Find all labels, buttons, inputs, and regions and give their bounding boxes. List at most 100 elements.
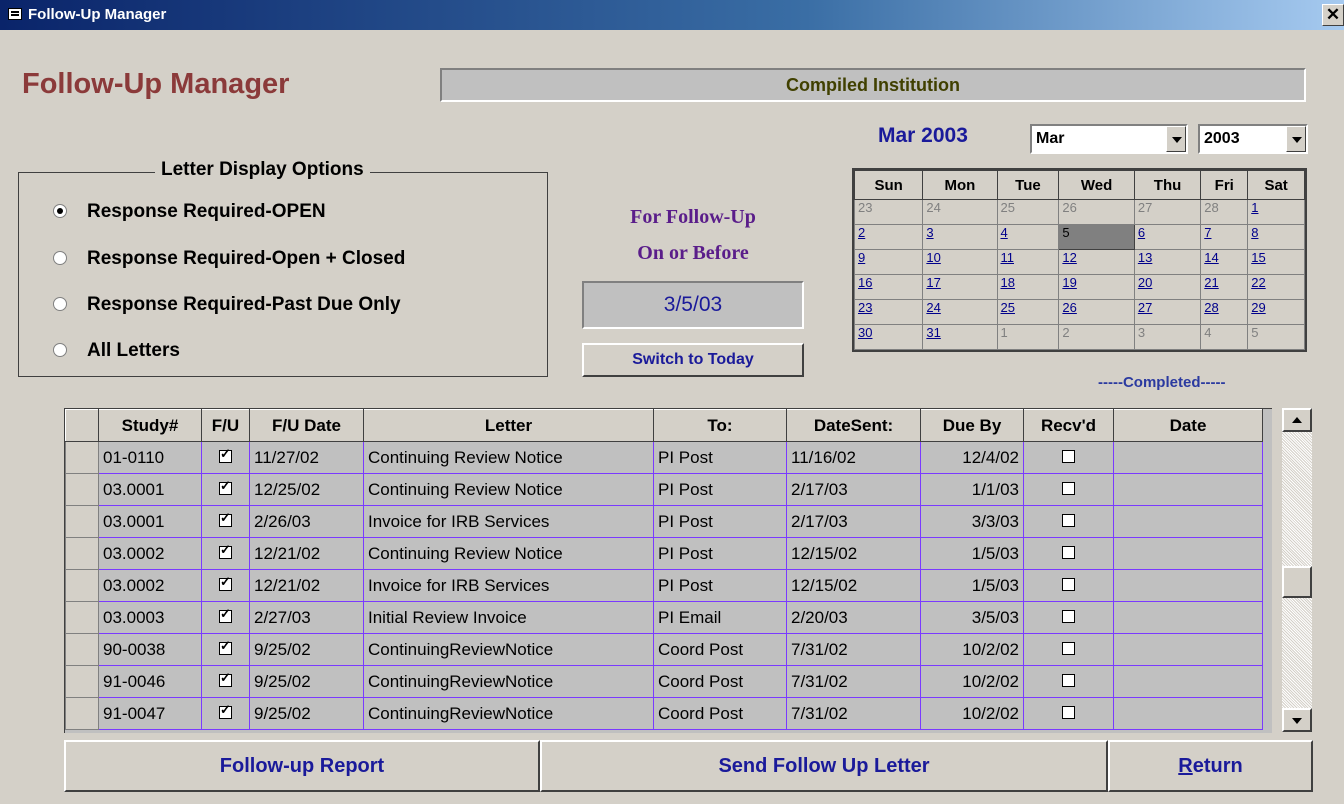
cell-letter[interactable]: Invoice for IRB Services [363,505,654,538]
calendar-day[interactable]: 6 [1133,224,1202,250]
calendar-day[interactable]: 28 [1200,199,1249,225]
cell-due-by[interactable]: 12/4/02 [920,441,1024,474]
calendar-day[interactable]: 4 [1200,324,1249,350]
row-selector[interactable] [65,473,99,506]
calendar-day[interactable]: 19 [1058,274,1135,300]
calendar-day[interactable]: 21 [1200,274,1249,300]
cell-due-by[interactable]: 3/5/03 [920,601,1024,634]
cell-study[interactable]: 03.0003 [98,601,202,634]
calendar-day[interactable]: 27 [1133,299,1202,325]
cell-completed-date[interactable] [1113,633,1263,666]
cell-due-by[interactable]: 3/3/03 [920,505,1024,538]
cell-to[interactable]: PI Post [653,537,787,570]
cell-due-by[interactable]: 1/1/03 [920,473,1024,506]
cell-to[interactable]: PI Post [653,505,787,538]
radio-button[interactable] [53,204,67,218]
calendar-day[interactable]: 13 [1133,249,1202,275]
cell-study[interactable]: 90-0038 [98,633,202,666]
checkbox[interactable] [219,478,232,495]
table-row[interactable]: 03.0001 2/26/03Invoice for IRB ServicesPI… [65,505,1263,538]
chevron-down-icon[interactable] [1286,126,1306,152]
cell-to[interactable]: Coord Post [653,697,787,730]
checkbox[interactable] [219,670,232,687]
month-select[interactable]: Mar [1030,124,1188,154]
calendar-day[interactable]: 25 [996,199,1060,225]
cell-completed-date[interactable] [1113,537,1263,570]
cell-date-sent[interactable]: 12/15/02 [786,569,921,602]
checkbox[interactable] [1062,513,1075,527]
row-selector[interactable] [65,633,99,666]
checkbox[interactable] [1062,481,1075,495]
radio-button[interactable] [53,251,67,265]
checkbox[interactable] [219,446,232,463]
checkbox[interactable] [219,542,232,559]
cell-date-sent[interactable]: 2/17/03 [786,505,921,538]
table-row[interactable]: 01-0110 11/27/02Continuing Review NoticeP… [65,441,1263,474]
cell-date-sent[interactable]: 7/31/02 [786,697,921,730]
calendar-day[interactable]: 4 [996,224,1060,250]
calendar-day[interactable]: 31 [922,324,998,350]
calendar-day[interactable]: 18 [996,274,1060,300]
checkbox[interactable] [219,574,232,591]
calendar-day[interactable]: 11 [996,249,1060,275]
switch-to-today-button[interactable]: Switch to Today [582,343,804,377]
row-selector[interactable] [65,537,99,570]
cell-to[interactable]: PI Post [653,473,787,506]
cell-fu-date[interactable]: 9/25/02 [249,697,364,730]
cell-date-sent[interactable]: 2/20/03 [786,601,921,634]
cell-fu-date[interactable]: 12/21/02 [249,537,364,570]
calendar-day[interactable]: 3 [922,224,998,250]
cell-study[interactable]: 01-0110 [98,441,202,474]
calendar-day[interactable]: 14 [1200,249,1249,275]
calendar-day[interactable]: 26 [1058,199,1135,225]
scroll-up-icon[interactable] [1282,408,1312,432]
close-icon[interactable]: ✕ [1322,4,1344,26]
scroll-down-icon[interactable] [1282,708,1312,732]
table-row[interactable]: 03.0003 2/27/03Initial Review InvoicePI E… [65,601,1263,634]
cell-due-by[interactable]: 1/5/03 [920,569,1024,602]
cell-letter[interactable]: Continuing Review Notice [363,441,654,474]
cell-to[interactable]: Coord Post [653,665,787,698]
cell-letter[interactable]: Invoice for IRB Services [363,569,654,602]
cell-to[interactable]: Coord Post [653,633,787,666]
checkbox[interactable] [1062,673,1075,687]
calendar-day[interactable]: 24 [922,199,998,225]
calendar-day[interactable]: 2 [1058,324,1135,350]
cell-due-by[interactable]: 1/5/03 [920,537,1024,570]
chevron-down-icon[interactable] [1166,126,1186,152]
cell-study[interactable]: 03.0001 [98,505,202,538]
calendar-day[interactable]: 20 [1133,274,1202,300]
cell-fu-date[interactable]: 11/27/02 [249,441,364,474]
cell-due-by[interactable]: 10/2/02 [920,665,1024,698]
calendar-day[interactable]: 1 [996,324,1060,350]
cell-study[interactable]: 03.0002 [98,569,202,602]
calendar-day[interactable]: 12 [1058,249,1135,275]
calendar-day[interactable]: 27 [1133,199,1202,225]
cell-letter[interactable]: Continuing Review Notice [363,537,654,570]
checkbox[interactable] [1062,545,1075,559]
checkbox[interactable] [1062,641,1075,655]
cell-completed-date[interactable] [1113,441,1263,474]
calendar-day[interactable]: 15 [1247,249,1305,275]
row-selector[interactable] [65,665,99,698]
scroll-thumb[interactable] [1282,566,1312,598]
cell-study[interactable]: 03.0002 [98,537,202,570]
checkbox[interactable] [219,510,232,527]
cell-completed-date[interactable] [1113,505,1263,538]
cell-fu-date[interactable]: 2/26/03 [249,505,364,538]
cell-date-sent[interactable]: 7/31/02 [786,633,921,666]
cell-due-by[interactable]: 10/2/02 [920,633,1024,666]
radio-button[interactable] [53,297,67,311]
year-select[interactable]: 2003 [1198,124,1308,154]
cell-to[interactable]: PI Email [653,601,787,634]
followup-date-field[interactable]: 3/5/03 [582,281,804,329]
calendar-day[interactable]: 29 [1247,299,1305,325]
calendar-day[interactable]: 26 [1058,299,1135,325]
checkbox[interactable] [1062,449,1075,463]
calendar-day[interactable]: 10 [922,249,998,275]
calendar-day[interactable]: 9 [853,249,924,275]
table-row[interactable]: 91-0046 9/25/02ContinuingReviewNoticeCoor… [65,665,1263,698]
row-selector[interactable] [65,441,99,474]
calendar-day[interactable]: 25 [996,299,1060,325]
calendar-day[interactable]: 1 [1247,199,1305,225]
